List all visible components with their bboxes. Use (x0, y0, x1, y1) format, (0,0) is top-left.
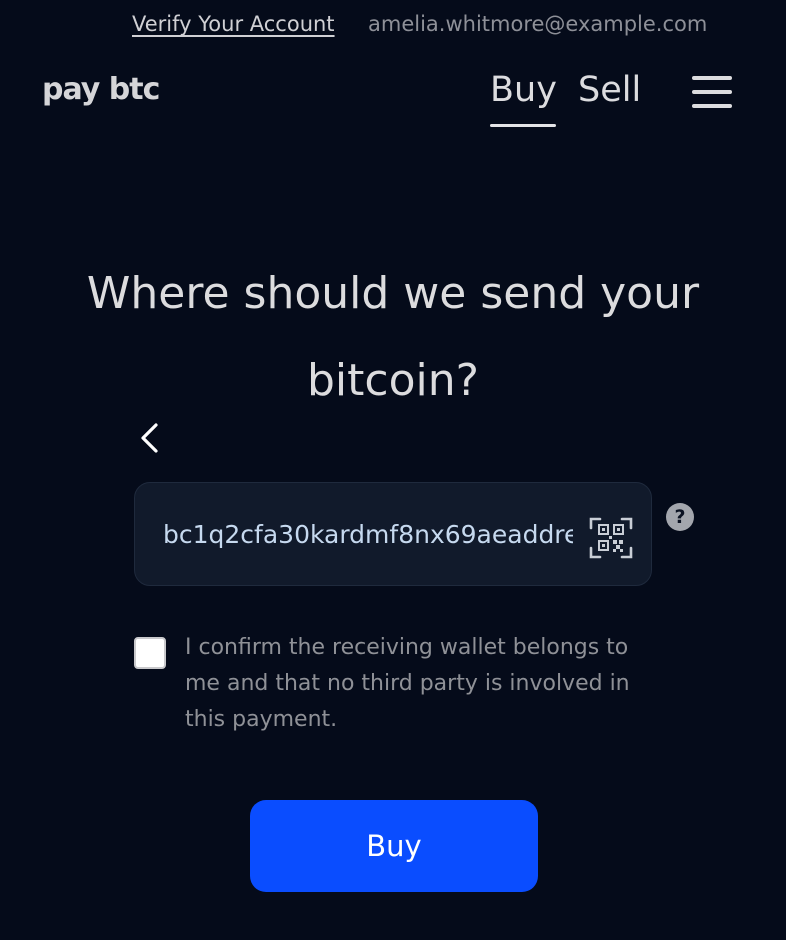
confirm-label: I confirm the receiving wallet belongs t… (185, 635, 630, 732)
wallet-address-field (134, 482, 652, 586)
buy-button[interactable]: Buy (250, 800, 538, 892)
tab-sell[interactable]: Sell (578, 70, 641, 110)
user-email: amelia.whitmore@example.com (368, 12, 708, 36)
hamburger-menu-icon[interactable] (690, 76, 734, 110)
top-bar: Verify Your Account amelia.whitmore@exam… (0, 12, 786, 40)
help-icon[interactable]: ? (666, 503, 694, 531)
qr-scan-icon[interactable] (589, 517, 633, 559)
confirm-checkbox[interactable] (134, 637, 166, 669)
wallet-address-input[interactable] (163, 513, 573, 555)
back-chevron-icon[interactable] (136, 422, 166, 454)
active-tab-indicator (490, 124, 556, 127)
page-title: Where should we send your bitcoin? (86, 268, 700, 406)
verify-account-link[interactable]: Verify Your Account (132, 12, 335, 36)
paybtc-logo[interactable]: pay btc (42, 72, 160, 107)
tab-buy[interactable]: Buy (490, 70, 557, 110)
